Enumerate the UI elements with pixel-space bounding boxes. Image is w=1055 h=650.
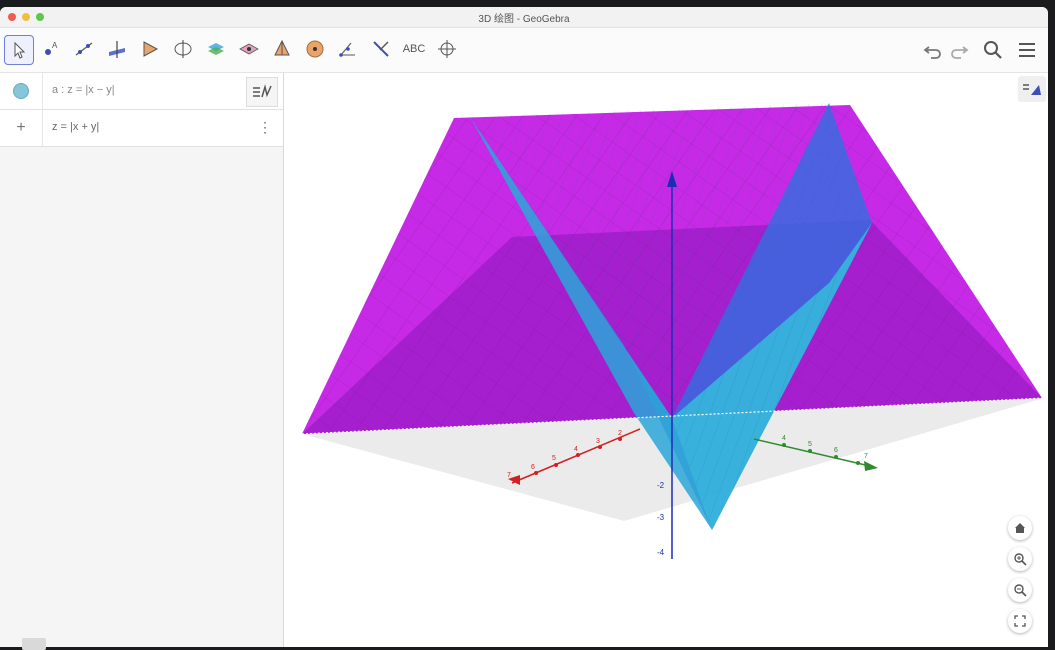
- plus-icon: +: [16, 119, 26, 136]
- search-button[interactable]: [980, 37, 1006, 63]
- zoom-in-button[interactable]: [1008, 547, 1032, 571]
- line-icon: [75, 42, 93, 56]
- main-menu-button[interactable]: [1014, 37, 1040, 63]
- search-icon: [984, 41, 1002, 59]
- x-label-7: 7: [507, 472, 511, 479]
- algebra-description-icon: [253, 84, 272, 98]
- x-label-3: 3: [596, 438, 600, 445]
- algebra-item-a[interactable]: a : z = |x − y|: [0, 73, 283, 110]
- home-view-button[interactable]: [1008, 516, 1032, 540]
- visibility-toggle[interactable]: [0, 73, 43, 109]
- z-label-neg4: -4: [657, 548, 665, 557]
- y-label-4: 4: [782, 435, 786, 442]
- x-tick-3: [618, 437, 622, 441]
- y-tick-7: [856, 461, 860, 465]
- zoom-window-button[interactable]: [36, 13, 44, 21]
- x-tick-4: [598, 445, 602, 449]
- intersect-surfaces-icon: [208, 43, 224, 55]
- more-options-icon[interactable]: ⋮: [258, 119, 272, 136]
- x-label-2: 2: [618, 430, 622, 437]
- fullscreen-button[interactable]: [1008, 609, 1032, 633]
- y-axis-arrow: [864, 461, 878, 471]
- tool-pyramid[interactable]: [268, 35, 296, 63]
- toolbar: A ABC: [0, 28, 1048, 73]
- zoom-in-icon: [1014, 553, 1027, 566]
- zoom-out-icon: [1014, 584, 1027, 597]
- algebra-settings-button[interactable]: [246, 77, 278, 107]
- x-tick-5: [576, 453, 580, 457]
- tool-move[interactable]: [4, 35, 34, 65]
- y-label-6: 6: [834, 447, 838, 454]
- minimize-window-button[interactable]: [22, 13, 30, 21]
- keyboard-icon[interactable]: [22, 638, 46, 650]
- text-icon: ABC: [402, 43, 426, 55]
- window-title: 3D 绘图 - GeoGebra: [478, 13, 570, 25]
- algebra-view: a : z = |x − y| + z = |x + y| ⋮: [0, 73, 284, 647]
- pyramid-icon: [274, 39, 290, 56]
- point-icon: A: [45, 41, 58, 55]
- undo-button[interactable]: [920, 37, 946, 63]
- y-tick-4: [782, 443, 786, 447]
- tool-circle-axis[interactable]: [169, 35, 197, 63]
- tool-sphere[interactable]: [301, 35, 329, 63]
- svg-text:A: A: [52, 41, 58, 50]
- move-arrow-icon: [14, 41, 26, 59]
- fullscreen-icon: [1014, 615, 1026, 627]
- y-tick-6: [834, 455, 838, 459]
- algebra-input[interactable]: z = |x + y|: [52, 121, 99, 133]
- color-dot-icon: [13, 83, 29, 99]
- tool-rotate-view[interactable]: [433, 35, 461, 63]
- x-label-5: 5: [552, 455, 556, 462]
- add-item-button[interactable]: +: [0, 110, 43, 146]
- graphics-style-button[interactable]: [1018, 76, 1046, 102]
- geogebra-window: 3D 绘图 - GeoGebra A ABC a: z = |x − y| +…: [0, 7, 1048, 647]
- tool-angle[interactable]: [334, 35, 362, 63]
- y-label-7: 7: [864, 453, 868, 460]
- circle-axis-icon: [174, 40, 192, 58]
- rotate-view-icon: [438, 40, 456, 58]
- tool-polygon[interactable]: [136, 35, 164, 63]
- zoom-out-button[interactable]: [1008, 578, 1032, 602]
- x-label-4: 4: [574, 446, 578, 453]
- redo-icon: [951, 46, 969, 59]
- angle-icon: [339, 42, 355, 57]
- x-tick-7: [534, 471, 538, 475]
- tool-point[interactable]: A: [37, 35, 65, 63]
- y-tick-5: [808, 449, 812, 453]
- menu-icon: [1019, 43, 1035, 57]
- 3d-scene[interactable]: -2 -3 -4 7 6 5 4 3 2 4 5 6 7: [284, 73, 1048, 647]
- tool-line[interactable]: [70, 35, 98, 63]
- z-label-neg3: -3: [657, 513, 665, 522]
- reflect-icon: [373, 41, 389, 57]
- algebra-expression[interactable]: a : z = |x − y|: [52, 84, 115, 96]
- perpendicular-icon: [109, 41, 125, 58]
- polygon-icon: [143, 41, 159, 57]
- sphere-icon: [306, 40, 324, 58]
- tool-text[interactable]: ABC: [400, 35, 428, 63]
- algebra-input-row[interactable]: + z = |x + y| ⋮: [0, 110, 283, 147]
- x-tick-6: [554, 463, 558, 467]
- tool-reflect[interactable]: [367, 35, 395, 63]
- style-bar-icon: [1023, 84, 1041, 95]
- close-window-button[interactable]: [8, 13, 16, 21]
- plane-icon: [239, 43, 259, 55]
- z-label-neg2: -2: [657, 481, 665, 490]
- window-controls: [8, 13, 44, 21]
- tool-plane[interactable]: [235, 35, 263, 63]
- graphics-3d-view[interactable]: -2 -3 -4 7 6 5 4 3 2 4 5 6 7: [284, 73, 1048, 647]
- tool-intersect[interactable]: [202, 35, 230, 63]
- y-label-5: 5: [808, 441, 812, 448]
- title-bar: 3D 绘图 - GeoGebra: [0, 7, 1048, 28]
- undo-icon: [923, 46, 941, 59]
- redo-button[interactable]: [946, 37, 972, 63]
- home-icon: [1015, 523, 1025, 533]
- x-label-6: 6: [531, 464, 535, 471]
- tool-perpendicular[interactable]: [103, 35, 131, 63]
